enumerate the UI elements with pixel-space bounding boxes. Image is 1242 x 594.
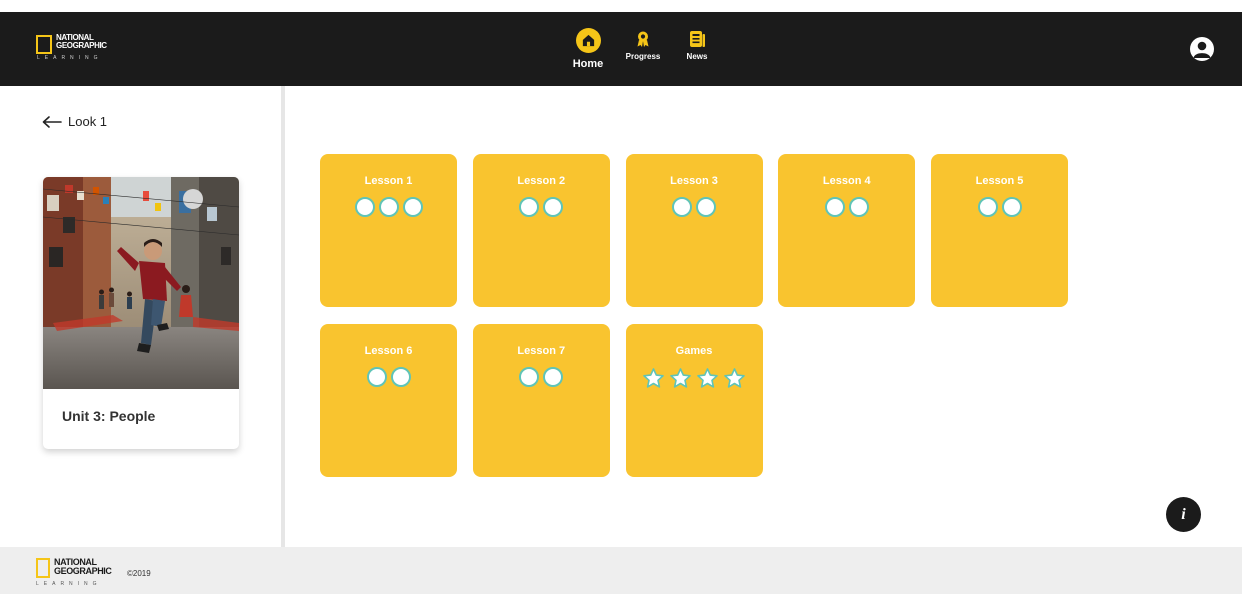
news-icon	[689, 31, 705, 47]
progress-circle-icon	[824, 197, 845, 217]
tile-label: Lesson 7	[517, 345, 566, 357]
tile-marks	[626, 197, 763, 217]
footer-logo-line-3: LEARNING	[36, 581, 102, 587]
unit-card[interactable]: Unit 3: People	[43, 177, 239, 449]
unit-title: Unit 3: People	[62, 408, 156, 424]
progress-circle-icon	[378, 197, 399, 217]
tile-label: Lesson 6	[364, 345, 413, 357]
progress-circle-icon	[543, 367, 564, 387]
tile-label: Lesson 5	[975, 175, 1024, 187]
progress-circle-icon	[848, 197, 869, 217]
main-nav: Home Progress News	[566, 12, 718, 86]
tile-marks	[626, 367, 763, 389]
star-icon	[670, 368, 691, 388]
progress-circle-icon	[672, 197, 692, 217]
logo-line-3: LEARNING	[37, 55, 103, 61]
progress-circle-icon	[390, 367, 411, 387]
star-icon	[697, 368, 718, 388]
tile-marks	[931, 197, 1068, 217]
star-icon	[643, 368, 664, 388]
nav-home[interactable]: Home	[566, 28, 610, 70]
nav-news[interactable]: News	[676, 31, 718, 61]
tile-marks	[778, 197, 915, 217]
logo-yellow-frame	[36, 35, 52, 54]
info-icon: i	[1181, 505, 1186, 523]
logo-text: NATIONAL GEOGRAPHIC LEARNING	[37, 34, 107, 61]
tile-marks	[473, 367, 610, 387]
tile-marks	[320, 367, 457, 387]
nav-progress[interactable]: Progress	[622, 31, 664, 61]
footer-logo-text: NATIONAL GEOGRAPHIC LEARNING	[36, 558, 112, 587]
progress-circle-icon	[696, 197, 716, 217]
info-button[interactable]: i	[1166, 497, 1201, 532]
tile-marks	[320, 197, 457, 217]
tile-label: Games	[675, 345, 713, 357]
progress-circle-icon	[402, 197, 423, 217]
tile-lesson-7[interactable]: Lesson 7	[472, 324, 610, 477]
national-geographic-logo[interactable]: NATIONAL GEOGRAPHIC LEARNING	[36, 34, 107, 61]
progress-circle-icon	[543, 197, 564, 217]
progress-circle-icon	[519, 197, 540, 217]
arrow-left-icon	[42, 115, 62, 128]
tile-label: Lesson 3	[670, 175, 718, 187]
user-avatar-icon[interactable]	[1190, 37, 1214, 61]
nav-home-label: Home	[572, 58, 604, 70]
star-icon	[724, 368, 745, 388]
tile-lesson-6[interactable]: Lesson 6	[320, 324, 457, 477]
footer: NATIONAL GEOGRAPHIC LEARNING ©2019	[0, 547, 1242, 594]
progress-circle-icon	[977, 197, 998, 217]
award-icon	[637, 31, 649, 47]
tile-label: Lesson 4	[822, 175, 871, 187]
back-link[interactable]: Look 1	[42, 114, 107, 129]
progress-circle-icon	[1001, 197, 1022, 217]
nav-news-label: News	[686, 52, 708, 61]
back-link-label: Look 1	[68, 114, 108, 129]
panel-divider	[281, 86, 285, 547]
footer-logo-line-2: GEOGRAPHIC	[54, 566, 112, 576]
progress-circle-icon	[354, 197, 375, 217]
unit-photo	[43, 177, 239, 389]
tile-lesson-2[interactable]: Lesson 2	[472, 154, 610, 307]
tile-marks	[473, 197, 610, 217]
tile-games[interactable]: Games	[625, 324, 763, 477]
footer-logo-yellow-frame	[36, 558, 50, 578]
footer-logo[interactable]: NATIONAL GEOGRAPHIC LEARNING	[36, 558, 112, 587]
logo-line-2: GEOGRAPHIC	[56, 41, 107, 50]
tile-label: Lesson 1	[364, 175, 413, 187]
tile-lesson-3[interactable]: Lesson 3	[625, 154, 763, 307]
tile-lesson-4[interactable]: Lesson 4	[778, 154, 916, 307]
progress-circle-icon	[366, 367, 387, 387]
tile-lesson-1[interactable]: Lesson 1	[320, 154, 457, 307]
progress-circle-icon	[519, 367, 540, 387]
nav-progress-label: Progress	[625, 52, 661, 61]
tile-label: Lesson 2	[517, 175, 566, 187]
home-icon	[575, 28, 601, 53]
tile-lesson-5[interactable]: Lesson 5	[931, 154, 1068, 307]
copyright-text: ©2019	[127, 569, 151, 578]
top-header: NATIONAL GEOGRAPHIC LEARNING Home Progre…	[0, 12, 1242, 86]
